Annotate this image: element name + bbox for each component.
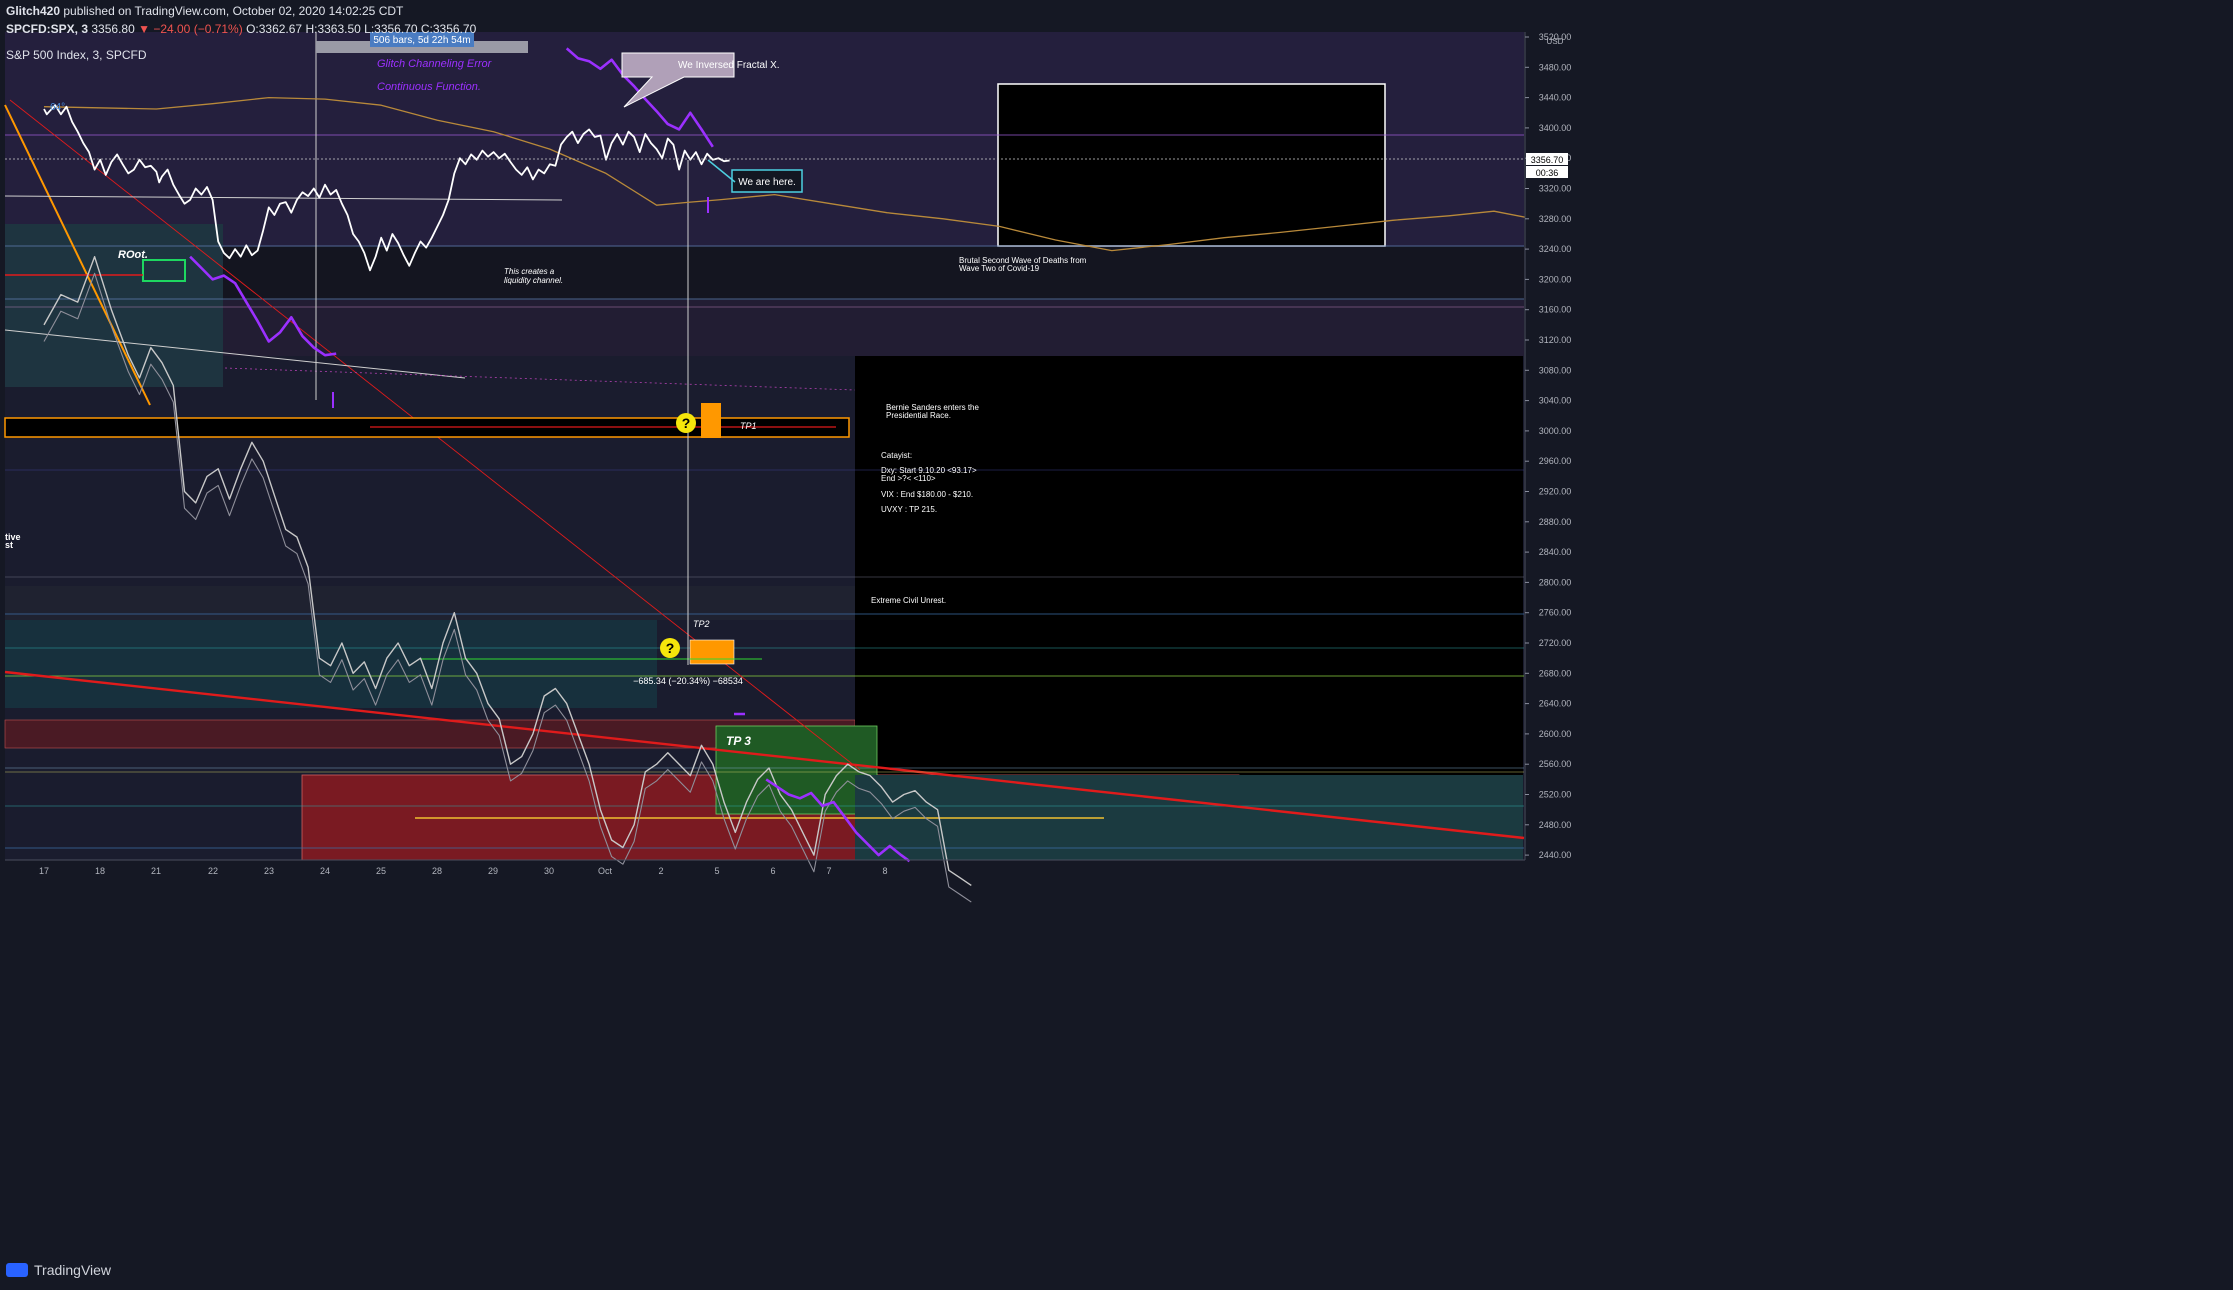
x-tick-label-1: 18 xyxy=(95,866,105,876)
y-tick-label-27: 2440.00 xyxy=(1539,850,1572,860)
root-label: ROot. xyxy=(118,249,148,261)
left-cut-text-2: st xyxy=(5,540,13,550)
y-tick-label-17: 2840.00 xyxy=(1539,547,1572,557)
measure-bottom-label: −685.34 (−20.34%) −68534 xyxy=(633,676,743,686)
publish-header: Glitch420 published on TradingView.com, … xyxy=(6,4,476,62)
y-tick-label-19: 2760.00 xyxy=(1539,608,1572,618)
x-tick-label-6: 25 xyxy=(376,866,386,876)
tp1-orange-box xyxy=(701,403,721,438)
y-tick-label-18: 2800.00 xyxy=(1539,577,1572,587)
countdown-label: 00:36 xyxy=(1536,168,1559,178)
uvxy-text: UVXY : TP 215. xyxy=(881,505,937,514)
x-tick-label-4: 23 xyxy=(264,866,274,876)
tp3-label: TP 3 xyxy=(726,734,751,748)
x-tick-label-0: 17 xyxy=(39,866,49,876)
y-tick-label-1: 3480.00 xyxy=(1539,62,1572,72)
x-tick-label-3: 22 xyxy=(208,866,218,876)
liquidity-text-1: This creates a xyxy=(504,267,555,276)
blue-box-left xyxy=(5,224,223,387)
fractal-callout-text: We Inversed Fractal X. xyxy=(678,60,780,71)
last-price: 3356.80 xyxy=(91,22,135,36)
bernie-text-2: Presidential Race. xyxy=(886,411,951,420)
x-tick-label-8: 29 xyxy=(488,866,498,876)
y-tick-label-3: 3400.00 xyxy=(1539,123,1572,133)
catalyst-heading: Catayist: xyxy=(881,451,912,460)
y-tick-label-6: 3280.00 xyxy=(1539,214,1572,224)
x-tick-label-13: 6 xyxy=(770,866,775,876)
y-tick-label-10: 3120.00 xyxy=(1539,335,1572,345)
last-price-label: 3356.70 xyxy=(1531,155,1564,165)
x-tick-label-5: 24 xyxy=(320,866,330,876)
dxy-text-2: End >?< <110> xyxy=(881,474,936,483)
notes-panel xyxy=(855,356,1523,776)
price-change: ▼ −24.00 (−0.71%) xyxy=(138,22,243,36)
price-chart[interactable]: 506 bars, 5d 22h 54m 3520.003480.003440.0… xyxy=(0,0,2233,1290)
liquidity-band xyxy=(5,247,1524,299)
purple-zone-mid xyxy=(5,300,1524,356)
y-tick-label-12: 3040.00 xyxy=(1539,396,1572,406)
tradingview-brand: TradingView xyxy=(34,1262,112,1278)
tp1-label: TP1 xyxy=(740,421,757,431)
x-tick-label-12: 5 xyxy=(714,866,719,876)
y-tick-label-2: 3440.00 xyxy=(1539,93,1572,103)
tradingview-logo[interactable]: TradingView xyxy=(6,1262,111,1278)
we-are-here-text: We are here. xyxy=(738,177,796,188)
x-tick-label-2: 21 xyxy=(151,866,161,876)
symbol-label: SPCFD:SPX, 3 xyxy=(6,22,89,36)
y-tick-label-22: 2640.00 xyxy=(1539,699,1572,709)
author-name[interactable]: Glitch420 xyxy=(6,4,60,18)
y-tick-label-8: 3200.00 xyxy=(1539,274,1572,284)
y-tick-label-24: 2560.00 xyxy=(1539,759,1572,769)
y-tick-label-11: 3080.00 xyxy=(1539,365,1572,375)
y-tick-label-26: 2480.00 xyxy=(1539,820,1572,830)
question-marker-tp2-glyph: ? xyxy=(666,640,675,656)
question-marker-tp1-glyph: ? xyxy=(682,415,691,431)
y-tick-label-20: 2720.00 xyxy=(1539,638,1572,648)
continuous-function-text: Continuous Function. xyxy=(377,81,481,93)
tp2-label: TP2 xyxy=(693,619,710,629)
vix-text: VIX : End $180.00 - $210. xyxy=(881,490,973,499)
publish-line: Glitch420 published on TradingView.com, … xyxy=(6,4,476,18)
grey-band xyxy=(5,586,855,620)
x-tick-label-11: 2 xyxy=(658,866,663,876)
civil-unrest-text: Extreme Civil Unrest. xyxy=(871,596,946,605)
currency-label: USD xyxy=(1547,37,1564,46)
price-axis xyxy=(1525,32,2233,860)
y-tick-label-25: 2520.00 xyxy=(1539,790,1572,800)
y-tick-label-14: 2960.00 xyxy=(1539,456,1572,466)
tp2-orange-box xyxy=(689,639,735,665)
ohlc-values: O:3362.67 H:3363.50 L:3356.70 C:3356.70 xyxy=(246,22,477,36)
liquidity-text-2: liquidity channel. xyxy=(504,276,563,285)
legend-title: S&P 500 Index, 3, SPCFD xyxy=(6,48,147,62)
y-tick-label-5: 3320.00 xyxy=(1539,184,1572,194)
symbol-line: SPCFD:SPX, 3 3356.80 ▼ −24.00 (−0.71%) O… xyxy=(6,22,476,36)
tradingview-logo-icon xyxy=(6,1263,28,1277)
y-tick-label-9: 3160.00 xyxy=(1539,305,1572,315)
second-wave-box xyxy=(997,83,1386,247)
x-tick-label-10: Oct xyxy=(598,866,613,876)
y-tick-label-21: 2680.00 xyxy=(1539,668,1572,678)
y-tick-label-15: 2920.00 xyxy=(1539,487,1572,497)
publish-info: published on TradingView.com, October 02… xyxy=(60,4,404,18)
x-tick-label-7: 28 xyxy=(432,866,442,876)
second-wave-text-2: Wave Two of Covid-19 xyxy=(959,264,1040,273)
y-tick-label-7: 3240.00 xyxy=(1539,244,1572,254)
x-tick-label-14: 7 xyxy=(826,866,831,876)
y-tick-label-23: 2600.00 xyxy=(1539,729,1572,739)
y-tick-label-13: 3000.00 xyxy=(1539,426,1572,436)
x-tick-label-15: 8 xyxy=(882,866,887,876)
x-tick-label-9: 30 xyxy=(544,866,554,876)
y-tick-label-16: 2880.00 xyxy=(1539,517,1572,527)
angle-label: 64° xyxy=(50,102,65,113)
